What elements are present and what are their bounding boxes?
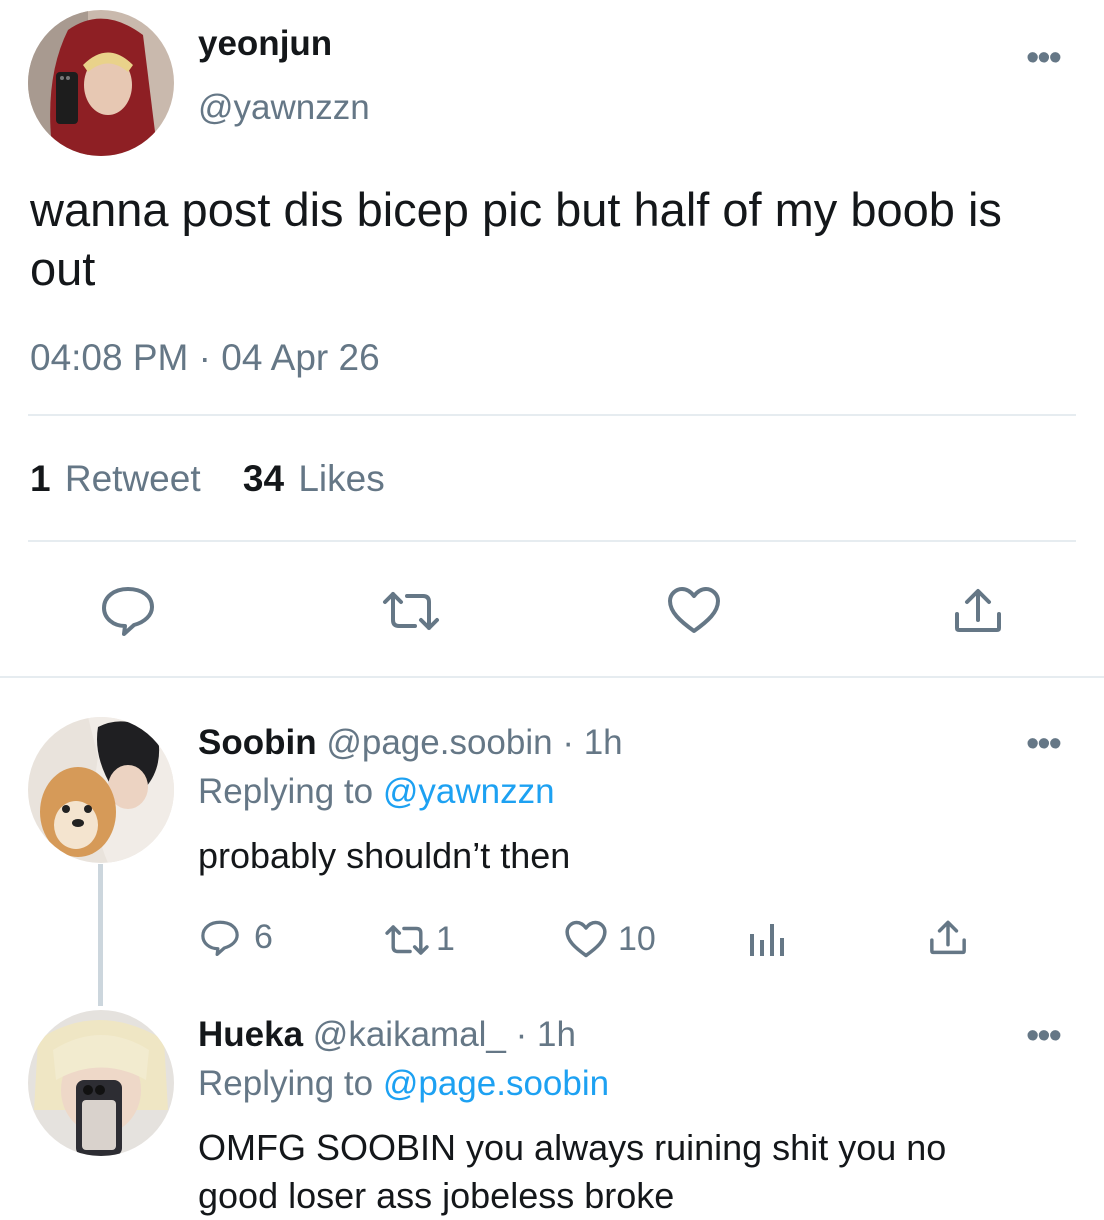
share-button[interactable] [952,586,1004,634]
heart-icon [565,920,607,958]
retweet-count[interactable]: 1 [30,458,51,499]
divider [0,676,1104,678]
thread-connector [98,864,103,1006]
reply-button[interactable]: 6 [200,918,273,957]
retweet-icon [383,592,439,630]
reply-avatar[interactable] [28,1010,174,1156]
author-handle[interactable]: @yawnzzn [198,86,370,130]
retweet-icon [385,924,429,955]
divider [28,540,1076,542]
reply-header: Soobin @page.soobin · 1h [198,721,623,765]
author-avatar[interactable] [28,10,174,156]
reply-header: Hueka @kaikamal_ · 1h [198,1013,576,1057]
reply-text: probably shouldn’t then [198,835,571,876]
reply-display-name[interactable]: Hueka [198,1015,303,1054]
replying-to-label: Replying to [198,772,374,811]
replying-to: Replying to @page.soobin [198,1062,609,1106]
tweet-stats: 1 Retweet 34 Likes [30,457,385,501]
more-options-icon[interactable]: ••• [1026,1017,1062,1055]
divider [28,414,1076,416]
tweet-timestamp: 04:08 PM · 04 Apr 26 [30,337,380,378]
tweet-text: wanna post dis bicep pic but half of my … [30,183,1002,295]
reply-avatar[interactable] [28,717,174,863]
reply-age: · 1h [515,1015,576,1054]
share-icon [955,589,1001,632]
more-options-icon[interactable]: ••• [1026,725,1062,763]
like-button[interactable] [666,585,722,635]
replying-to-handle[interactable]: @yawnzzn [383,772,555,811]
share-button[interactable] [928,918,968,956]
retweet-button[interactable] [381,588,441,634]
heart-icon [668,587,720,633]
likes-count[interactable]: 34 [243,458,284,499]
reply-icon [102,587,154,636]
reply-display-name[interactable]: Soobin [198,723,317,762]
reply-text-line: good loser ass jobeless broke [198,1175,675,1216]
reply-button[interactable] [100,585,156,637]
retweet-button[interactable]: 1 [384,920,455,959]
retweet-count: 1 [436,920,455,958]
reply-age: · 1h [562,723,623,762]
analytics-icon [750,924,784,956]
replying-to: Replying to @yawnzzn [198,770,555,814]
replying-to-handle[interactable]: @page.soobin [383,1064,609,1103]
more-options-icon[interactable]: ••• [1026,39,1062,77]
retweet-label[interactable]: Retweet [65,458,201,499]
reply-text-line: OMFG SOOBIN you always ruining shit you … [198,1127,947,1168]
analytics-button[interactable] [748,920,786,958]
reply-count: 6 [254,918,273,956]
replying-to-label: Replying to [198,1064,374,1103]
share-icon [930,920,966,955]
reply-icon [201,920,239,956]
like-button[interactable]: 10 [564,919,656,959]
like-count: 10 [618,919,656,958]
reply-handle[interactable]: @page.soobin [326,723,552,762]
likes-label[interactable]: Likes [298,458,384,499]
reply-text: OMFG SOOBIN you always ruining shit you … [198,1124,1098,1220]
author-display-name[interactable]: yeonjun [198,22,332,66]
reply-handle[interactable]: @kaikamal_ [313,1015,506,1054]
